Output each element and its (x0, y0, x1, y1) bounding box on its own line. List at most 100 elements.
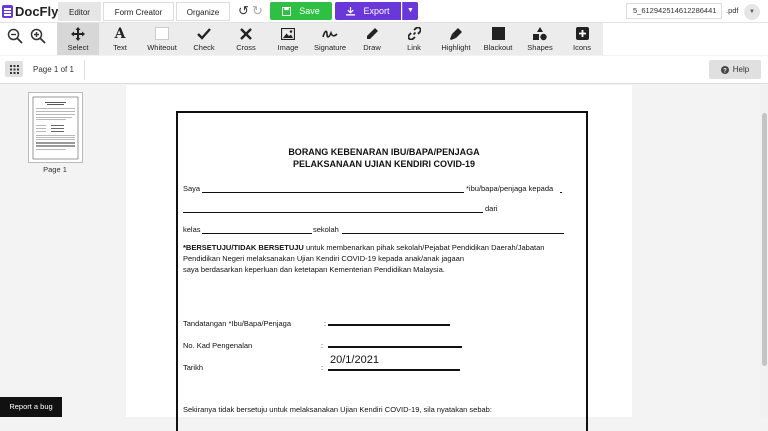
download-icon (346, 6, 356, 16)
tool-link[interactable]: Link (393, 23, 435, 55)
tool-signature[interactable]: Signature (309, 23, 351, 55)
tool-whiteout[interactable]: Whiteout (141, 23, 183, 55)
date-colon: : (321, 363, 324, 372)
form-subtitle: PELAKSANAAN UJIAN KENDIRI COVID-19 (292, 159, 476, 169)
field-line (560, 192, 562, 193)
grid-icon (9, 64, 19, 74)
class-field-line[interactable] (202, 233, 312, 234)
page-thumbnail[interactable] (28, 92, 83, 163)
help-label: Help (732, 65, 750, 74)
scrollbar-thumb[interactable] (762, 113, 767, 366)
thumbnail-sidebar: Page 1 (0, 85, 110, 417)
tool-label: Text (113, 43, 127, 52)
kelas-label: kelas (183, 225, 201, 234)
cross-icon (240, 26, 252, 41)
tool-shapes[interactable]: Shapes (519, 23, 561, 55)
pen-icon (366, 26, 379, 41)
tool-cross[interactable]: Cross (225, 23, 267, 55)
top-bar: DocFly Editor Form Creator Organize ↺ ↻ … (0, 0, 768, 23)
ic-label: No. Kad Pengenalan (183, 341, 253, 350)
tab-form-creator[interactable]: Form Creator (103, 2, 174, 21)
page-bar: Page 1 of 1 ? Help (0, 56, 768, 84)
chevron-down-icon[interactable]: ▼ (744, 4, 760, 20)
editing-tools: Select A Text Whiteout Check Cross Image… (57, 23, 603, 55)
date-field-line (328, 369, 460, 371)
consent-line-3: saya berdasarkan keperluan dan ketetapan… (183, 265, 445, 274)
consent-rest: untuk membenarkan pihak sekolah/Pejabat … (303, 243, 545, 252)
report-bug-button[interactable]: Report a bug (0, 397, 62, 417)
page-count: Page 1 of 1 (33, 65, 74, 74)
consent-bold: *BERSETUJU/TIDAK BERSETUJU (183, 243, 304, 252)
logo-icon (2, 5, 13, 18)
link-icon (407, 26, 421, 41)
whiteout-icon (155, 26, 169, 41)
consent-line-1: *BERSETUJU/TIDAK BERSETUJU untuk membena… (183, 243, 544, 252)
tool-select[interactable]: Select (57, 23, 99, 55)
save-label: Save (299, 6, 320, 16)
tab-editor[interactable]: Editor (58, 2, 101, 21)
check-icon (197, 26, 211, 41)
shapes-icon (533, 26, 547, 41)
tool-label: Icons (573, 43, 591, 52)
signature-field-line[interactable] (328, 324, 450, 326)
highlighter-icon (449, 26, 463, 41)
signature-label: Tandatangan *Ibu/Bapa/Penjaga (183, 319, 292, 328)
tool-text[interactable]: A Text (99, 23, 141, 55)
tool-image[interactable]: Image (267, 23, 309, 55)
tool-blackout[interactable]: Blackout (477, 23, 519, 55)
tool-label: Signature (313, 43, 347, 52)
date-value[interactable]: 20/1/2021 (330, 354, 379, 366)
image-icon (281, 26, 295, 41)
tool-draw[interactable]: Draw (351, 23, 393, 55)
tool-highlight[interactable]: Highlight (435, 23, 477, 55)
help-button[interactable]: ? Help (709, 60, 761, 79)
export-button[interactable]: Export (335, 2, 401, 20)
tool-label: Select (67, 43, 89, 52)
zoom-in-icon[interactable] (30, 28, 46, 44)
reason-prompt: Sekiranya tidak bersetuju untuk melaksan… (183, 405, 492, 414)
dari-label: dari (485, 204, 498, 213)
pdf-page[interactable]: BORANG KEBENARAN IBU/BAPA/PENJAGA PELAKS… (126, 85, 632, 431)
export-dropdown-icon[interactable]: ▼ (402, 2, 418, 20)
filename-input[interactable]: 5_612942514612286441 (626, 3, 722, 19)
date-label: Tarikh (183, 363, 204, 372)
tool-label: Image (277, 43, 299, 52)
docfly-logo[interactable]: DocFly (2, 4, 58, 19)
move-icon (71, 26, 85, 41)
form-title: BORANG KEBENARAN IBU/BAPA/PENJAGA (288, 147, 480, 157)
tool-icons[interactable]: Icons (561, 23, 603, 55)
tool-label: Whiteout (147, 43, 177, 52)
tool-label: Shapes (527, 43, 553, 52)
child-name-field-line[interactable] (183, 212, 483, 213)
school-field-line[interactable] (342, 233, 564, 234)
sekolah-label: sekolah (313, 225, 339, 234)
save-button[interactable]: Save (270, 2, 332, 20)
tool-check[interactable]: Check (183, 23, 225, 55)
blackout-icon (491, 26, 505, 41)
tab-organize[interactable]: Organize (176, 2, 230, 21)
help-icon: ? (720, 65, 729, 74)
signature-icon (322, 26, 338, 41)
redo-icon[interactable]: ↻ (252, 3, 263, 19)
divider (84, 60, 85, 80)
undo-icon[interactable]: ↺ (238, 3, 249, 19)
ibu-bapa-label: *ibu/bapa/penjaga kepada (466, 184, 554, 193)
ic-field-line[interactable] (328, 346, 462, 348)
plus-square-icon (575, 26, 589, 41)
logo-text: DocFly (15, 4, 59, 19)
tool-label: Check (193, 43, 215, 52)
svg-text:?: ? (723, 68, 727, 74)
form-border: BORANG KEBENARAN IBU/BAPA/PENJAGA PELAKS… (176, 111, 588, 431)
thumbnail-label: Page 1 (43, 165, 67, 174)
tool-label: Link (407, 43, 421, 52)
tool-label: Blackout (483, 43, 513, 52)
grid-view-button[interactable] (5, 61, 23, 77)
file-extension: .pdf (726, 6, 739, 15)
tool-bar: Select A Text Whiteout Check Cross Image… (0, 23, 768, 55)
ic-colon: : (321, 341, 324, 350)
zoom-out-icon[interactable] (7, 28, 23, 44)
vertical-scrollbar[interactable] (760, 85, 768, 417)
tool-label: Highlight (441, 43, 471, 52)
page-thumbnail-preview (32, 96, 79, 160)
name-field-line[interactable] (202, 192, 464, 193)
